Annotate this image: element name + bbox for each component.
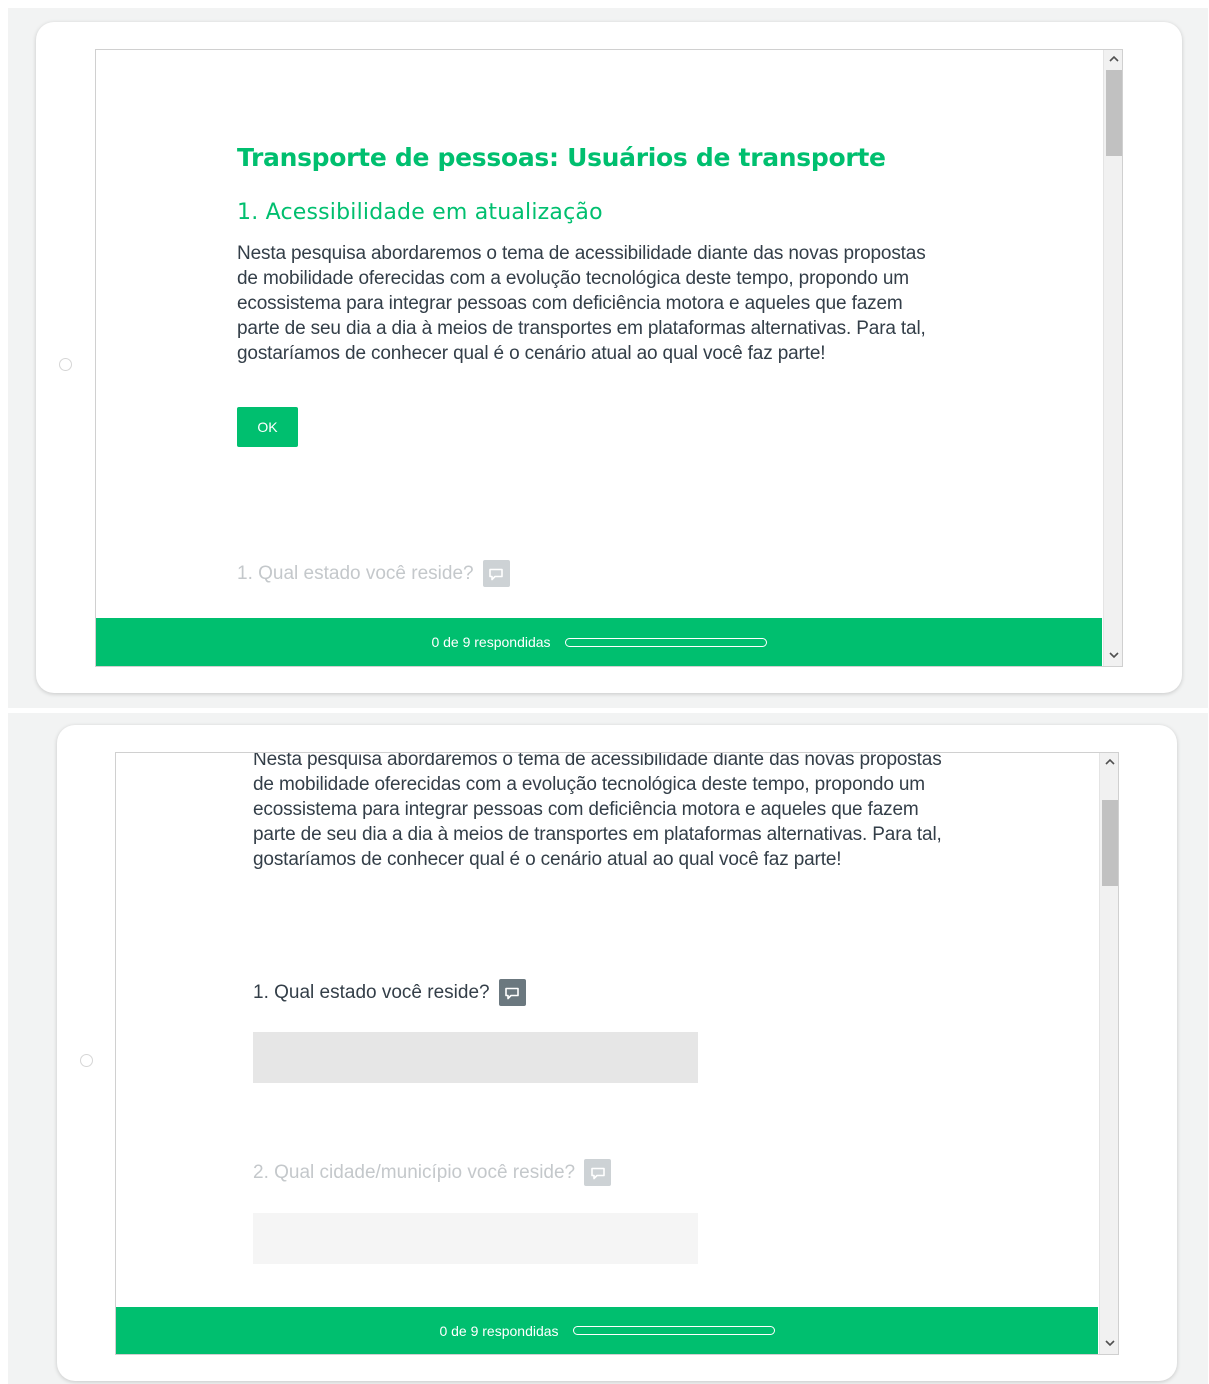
- description-line: ecossistema para integrar pessoas com de…: [253, 799, 919, 820]
- scrollbar[interactable]: [1099, 753, 1118, 1354]
- description-line: Nesta pesquisa abordaremos o tema de ace…: [237, 243, 926, 264]
- survey-content: Transporte de pessoas: Usuários de trans…: [96, 50, 1102, 618]
- tablet-home-button: [59, 358, 72, 371]
- question-2-answer-input[interactable]: [253, 1213, 698, 1264]
- description-line: parte de seu dia a dia à meios de transp…: [237, 318, 926, 339]
- survey-description: Nesta pesquisa abordaremos o tema de ace…: [253, 753, 993, 872]
- survey-description: Nesta pesquisa abordaremos o tema de ace…: [237, 241, 977, 366]
- chevron-up-icon[interactable]: [1104, 51, 1122, 69]
- progress-label: 0 de 9 respondidas: [431, 634, 551, 650]
- chevron-down-icon[interactable]: [1104, 647, 1122, 665]
- question-1[interactable]: 1. Qual estado você reside?: [237, 560, 510, 587]
- description-line: de mobilidade oferecidas com a evolução …: [253, 774, 925, 795]
- comment-icon[interactable]: [584, 1159, 612, 1186]
- chevron-down-icon[interactable]: [1100, 1335, 1118, 1353]
- scrollbar-thumb[interactable]: [1106, 70, 1122, 156]
- ok-button[interactable]: OK: [237, 407, 298, 447]
- tablet-home-button: [80, 1054, 93, 1067]
- description-line: parte de seu dia a dia à meios de transp…: [253, 824, 942, 845]
- tablet-frame-bottom: Nesta pesquisa abordaremos o tema de ace…: [57, 725, 1177, 1381]
- comment-icon[interactable]: [498, 979, 526, 1006]
- chevron-up-icon[interactable]: [1100, 754, 1118, 772]
- survey-title: Transporte de pessoas: Usuários de trans…: [237, 143, 886, 172]
- survey-screen-bottom: Nesta pesquisa abordaremos o tema de ace…: [115, 752, 1119, 1355]
- progress-bar: 0 de 9 respondidas: [116, 1307, 1098, 1354]
- progress-bar: 0 de 9 respondidas: [96, 618, 1102, 666]
- description-line: ecossistema para integrar pessoas com de…: [237, 293, 903, 314]
- description-line: gostaríamos de conhecer qual é o cenário…: [237, 343, 826, 364]
- question-1-answer-input[interactable]: [253, 1032, 698, 1083]
- question-1-label: 1. Qual estado você reside?: [253, 981, 490, 1003]
- page-title: 1. Acessibilidade em atualização: [237, 200, 603, 225]
- progress-track: [564, 637, 767, 647]
- description-line: de mobilidade oferecidas com a evolução …: [237, 268, 909, 289]
- survey-content: Nesta pesquisa abordaremos o tema de ace…: [116, 753, 1098, 1306]
- question-1-label: 1. Qual estado você reside?: [237, 562, 474, 584]
- scrollbar-thumb[interactable]: [1102, 800, 1118, 886]
- comment-icon[interactable]: [482, 560, 510, 587]
- survey-screen-top: Transporte de pessoas: Usuários de trans…: [95, 49, 1123, 667]
- question-1[interactable]: 1. Qual estado você reside?: [253, 979, 526, 1006]
- description-line: Nesta pesquisa abordaremos o tema de ace…: [253, 753, 942, 770]
- question-2-label: 2. Qual cidade/município você reside?: [253, 1161, 576, 1183]
- description-line: gostaríamos de conhecer qual é o cenário…: [253, 849, 842, 870]
- progress-label: 0 de 9 respondidas: [439, 1322, 559, 1339]
- question-2[interactable]: 2. Qual cidade/município você reside?: [253, 1159, 612, 1186]
- tablet-frame-top: Transporte de pessoas: Usuários de trans…: [36, 22, 1182, 693]
- progress-track: [572, 1326, 775, 1335]
- scrollbar[interactable]: [1103, 50, 1122, 666]
